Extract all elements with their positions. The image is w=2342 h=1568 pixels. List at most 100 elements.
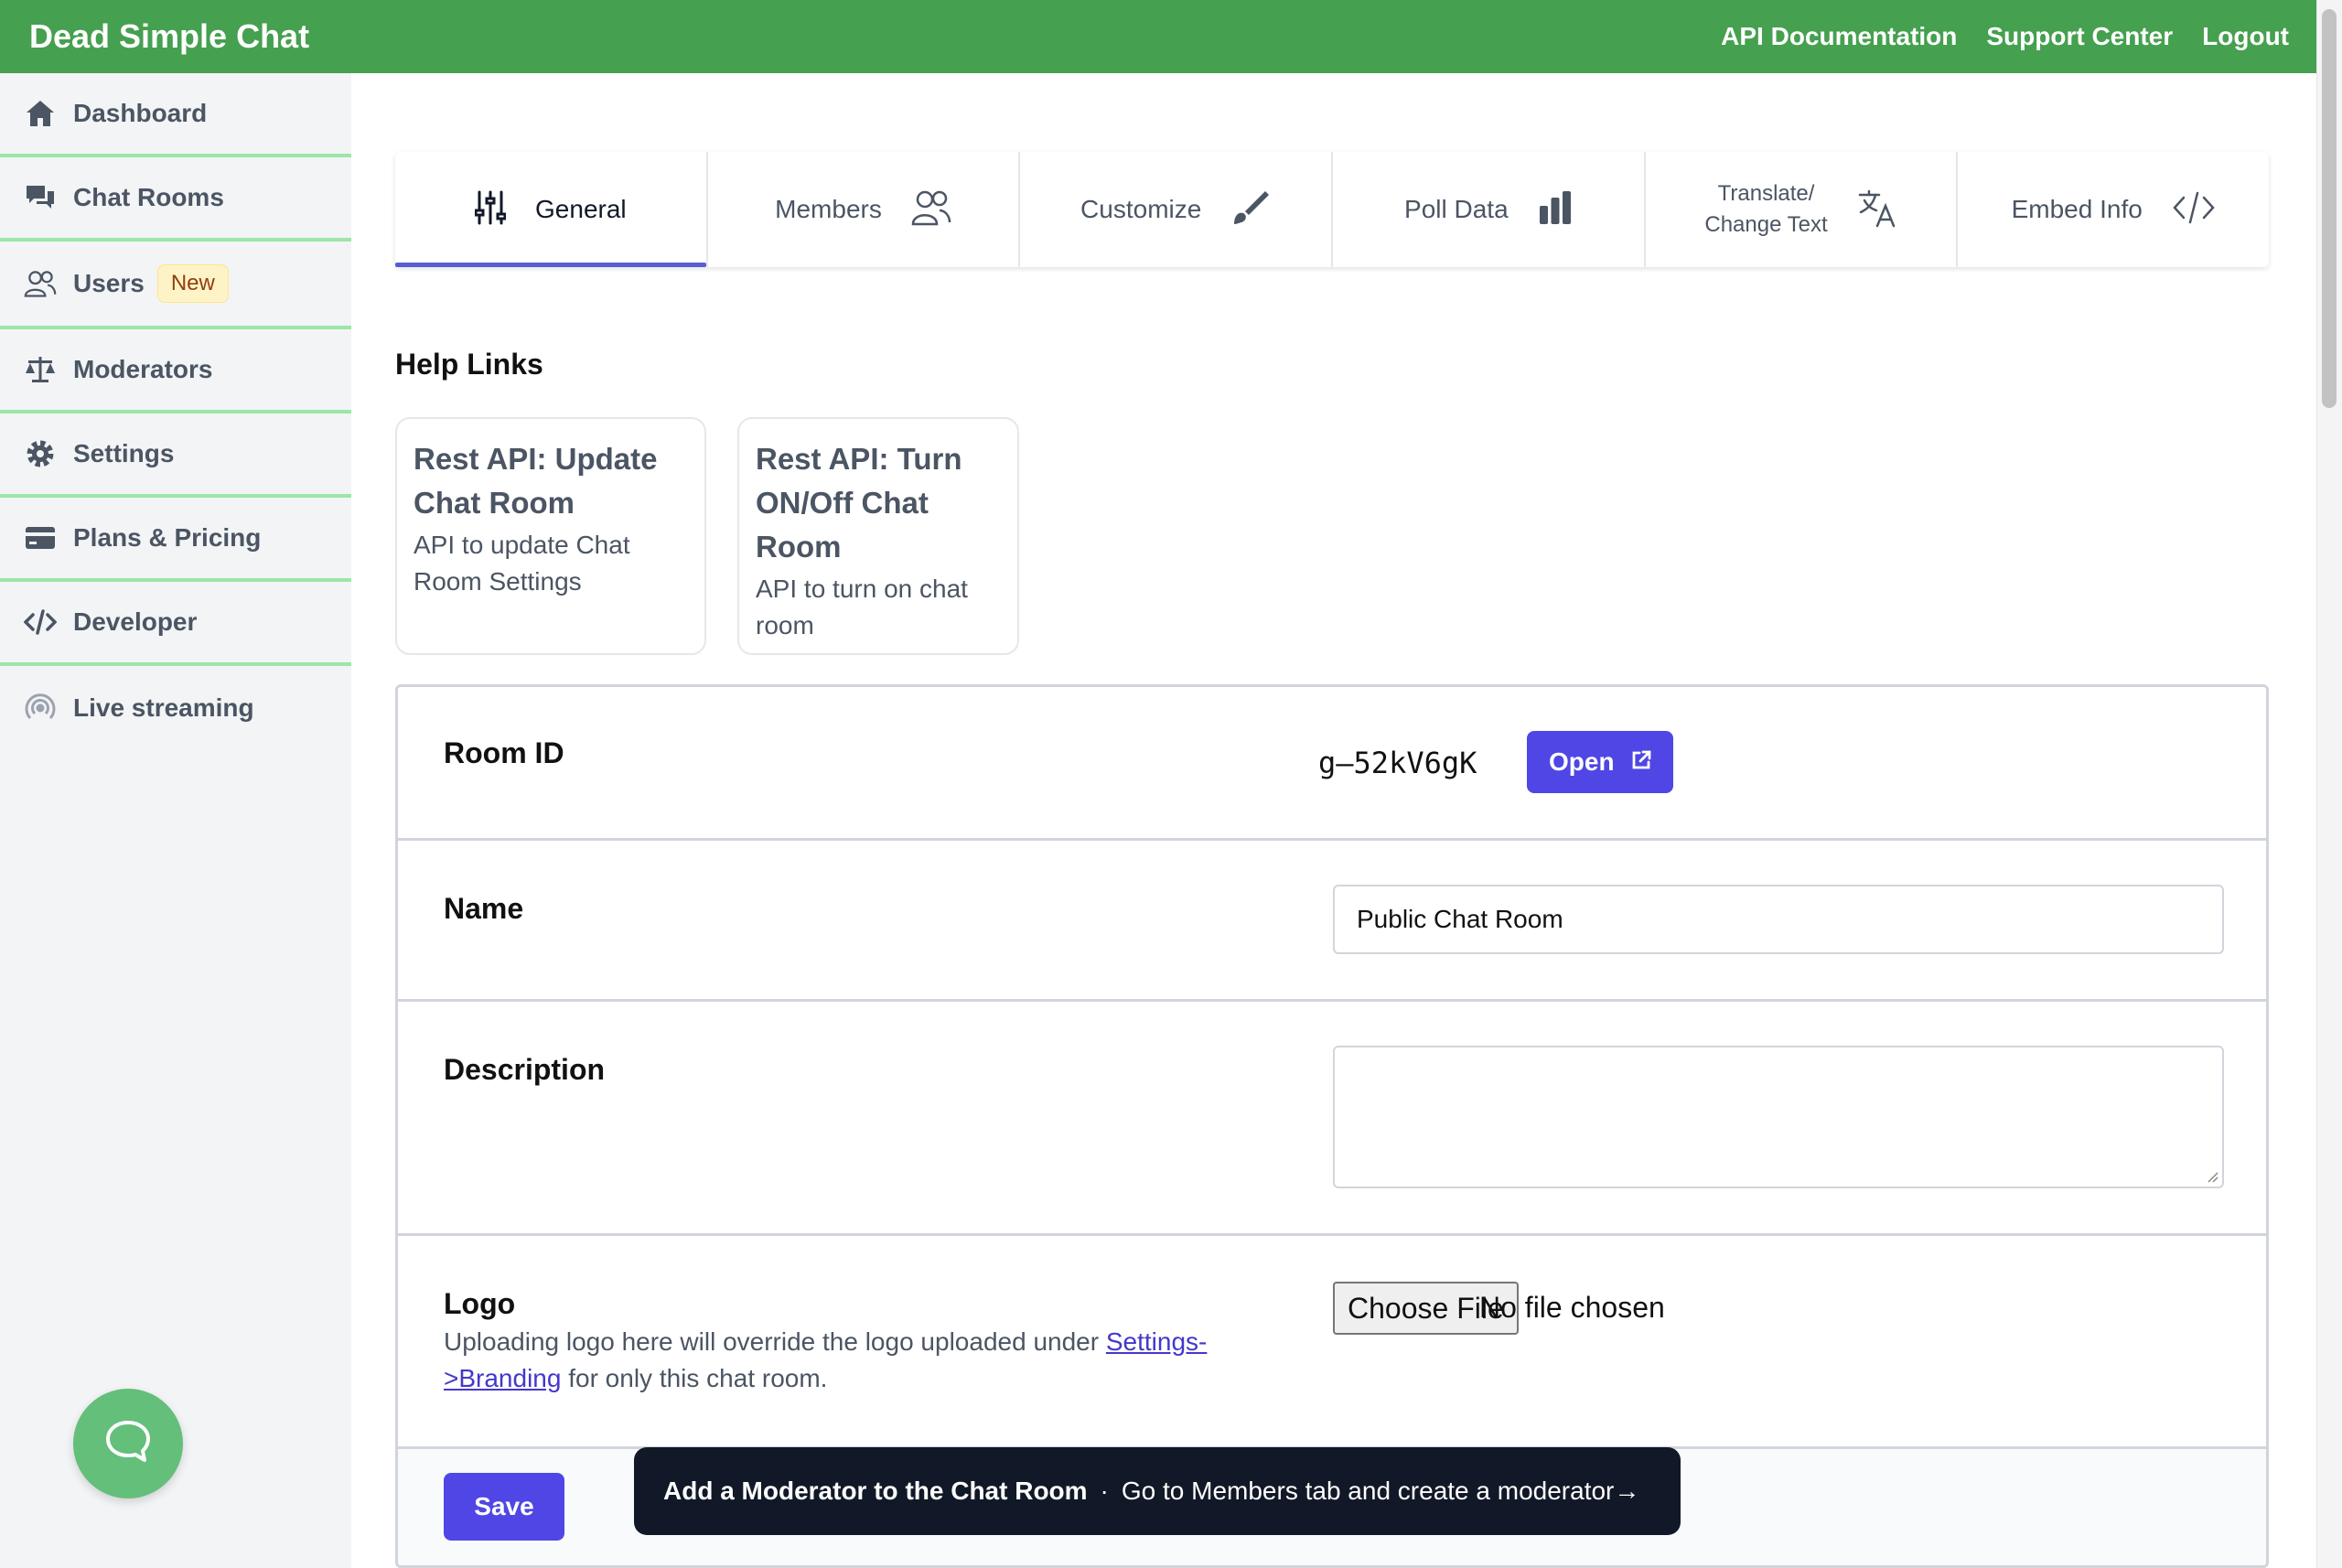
- help-card-update-chat-room[interactable]: Rest API: Update Chat Room API to update…: [395, 417, 706, 655]
- tab-label-line: Change Text: [1704, 212, 1828, 237]
- sidebar-item-dashboard[interactable]: Dashboard: [0, 73, 351, 157]
- help-card-title-line: Rest API: Update: [414, 442, 658, 476]
- logo-desc-text: Uploading logo here will override the lo…: [444, 1327, 1106, 1356]
- resize-handle-icon[interactable]: [2206, 1170, 2218, 1183]
- sidebar-item-label: Chat Rooms: [73, 183, 224, 211]
- page-scrollbar-thumb[interactable]: [2322, 9, 2337, 408]
- sidebar-item-label: Developer: [73, 607, 198, 636]
- support-chat-launcher[interactable]: [73, 1389, 183, 1498]
- tab-label: Poll Data: [1404, 195, 1509, 223]
- gear-icon: [24, 437, 57, 470]
- sidebar: Dashboard Chat Rooms Users New Moderator…: [0, 73, 351, 1568]
- logo-desc-text: for only this chat room.: [561, 1364, 828, 1392]
- sidebar-item-label: Dashboard: [73, 99, 208, 127]
- paintbrush-icon: [1230, 189, 1271, 231]
- room-tabs: General Members Customize Poll Data Tran…: [395, 152, 2269, 267]
- tab-label: Members: [775, 195, 882, 223]
- code-icon: [2172, 191, 2216, 229]
- sidebar-item-settings[interactable]: Settings: [0, 413, 351, 498]
- api-documentation-link[interactable]: API Documentation: [1721, 22, 1957, 51]
- tab-general[interactable]: General: [395, 152, 708, 267]
- help-card-desc: API to turn on chat room: [756, 571, 1001, 644]
- room-settings-form: Room ID g–52kV6gK Open Name Public Chat …: [395, 684, 2269, 1568]
- sidebar-item-label: Settings: [73, 439, 175, 467]
- code-icon: [24, 606, 57, 639]
- home-icon: [24, 97, 57, 130]
- tab-label: Customize: [1080, 195, 1202, 223]
- toast-separator: ·: [1100, 1477, 1109, 1505]
- logout-link[interactable]: Logout: [2202, 22, 2289, 51]
- logo-label: Logo: [444, 1287, 516, 1320]
- external-link-icon: [1631, 747, 1651, 777]
- sidebar-item-label: Plans & Pricing: [73, 523, 262, 552]
- sliders-icon: [474, 190, 507, 230]
- help-card-title: Rest API: Turn ON/Off Chat Room: [756, 437, 1001, 569]
- help-card-desc-line: API to turn on chat: [756, 575, 968, 603]
- brand-title[interactable]: Dead Simple Chat: [29, 17, 309, 56]
- tab-label: Embed Info: [2011, 195, 2143, 223]
- sidebar-item-label: Live streaming: [73, 693, 254, 722]
- help-card-desc-line: Room Settings: [414, 567, 582, 596]
- help-card-title-line: ON/Off Chat: [756, 486, 929, 520]
- help-card-desc-line: room: [756, 611, 814, 639]
- help-card-turn-on-off-chat-room[interactable]: Rest API: Turn ON/Off Chat Room API to t…: [737, 417, 1019, 655]
- moderator-hint-toast[interactable]: Add a Moderator to the Chat Room · Go to…: [634, 1447, 1681, 1535]
- help-card-desc-line: API to update Chat: [414, 531, 630, 559]
- help-card-desc: API to update Chat Room Settings: [414, 527, 688, 600]
- open-room-button[interactable]: Open: [1527, 731, 1673, 793]
- room-id-row: Room ID g–52kV6gK Open: [398, 687, 2266, 841]
- users-icon: [911, 189, 951, 231]
- sidebar-item-chat-rooms[interactable]: Chat Rooms: [0, 157, 351, 242]
- help-card-title-line: Rest API: Turn: [756, 442, 962, 476]
- help-links-title: Help Links: [395, 348, 543, 381]
- scale-icon: [24, 353, 57, 386]
- sidebar-item-plans-pricing[interactable]: Plans & Pricing: [0, 498, 351, 582]
- logo-description: Uploading logo here will override the lo…: [444, 1324, 1267, 1397]
- new-badge: New: [156, 264, 229, 303]
- tab-embed-info[interactable]: Embed Info: [1958, 152, 2269, 267]
- no-file-chosen-text: No file chosen: [1479, 1291, 1665, 1324]
- credit-card-icon: [24, 521, 57, 554]
- main-content: General Members Customize Poll Data Tran…: [351, 73, 2316, 1568]
- name-input[interactable]: Public Chat Room: [1333, 885, 2224, 954]
- link-line: >Branding: [444, 1364, 562, 1392]
- users-icon: [24, 267, 57, 300]
- app-root: Dead Simple Chat API Documentation Suppo…: [0, 0, 2342, 1568]
- help-card-title-line: Chat Room: [414, 486, 575, 520]
- top-links: API Documentation Support Center Logout: [1721, 22, 2289, 51]
- open-button-label: Open: [1549, 747, 1615, 776]
- sidebar-item-developer[interactable]: Developer: [0, 582, 351, 666]
- translate-icon: [1857, 188, 1897, 232]
- description-textarea[interactable]: [1333, 1046, 2224, 1188]
- tab-label: General: [535, 195, 627, 223]
- name-row: Name Public Chat Room: [398, 841, 2266, 1002]
- chat-bubbles-icon: [24, 181, 57, 214]
- description-row: Description: [398, 1002, 2266, 1236]
- chat-bubble-icon: [104, 1419, 152, 1469]
- toast-message: Go to Members tab and create a moderator…: [1121, 1477, 1640, 1505]
- broadcast-icon: [24, 692, 57, 725]
- room-id-label: Room ID: [444, 736, 564, 769]
- tab-label-line: Translate/: [1717, 181, 1815, 206]
- tab-label: Translate/ Change Text: [1704, 178, 1827, 241]
- logo-row: Logo Uploading logo here will override t…: [398, 1236, 2266, 1446]
- sidebar-item-label: Users: [73, 269, 145, 297]
- name-label: Name: [444, 892, 524, 925]
- description-label: Description: [444, 1053, 606, 1086]
- sidebar-item-label: Moderators: [73, 355, 213, 383]
- toast-title: Add a Moderator to the Chat Room: [663, 1477, 1088, 1505]
- room-id-value: g–52kV6gK: [1318, 746, 1477, 780]
- sidebar-item-moderators[interactable]: Moderators: [0, 329, 351, 413]
- bar-chart-icon: [1538, 189, 1573, 231]
- link-line: Settings-: [1105, 1327, 1208, 1356]
- tab-translate[interactable]: Translate/ Change Text: [1646, 152, 1959, 267]
- support-center-link[interactable]: Support Center: [1986, 22, 2173, 51]
- sidebar-item-users[interactable]: Users New: [0, 242, 351, 329]
- save-button[interactable]: Save: [444, 1473, 564, 1541]
- help-card-title: Rest API: Update Chat Room: [414, 437, 688, 525]
- help-card-title-line: Room: [756, 530, 842, 564]
- sidebar-item-live-streaming[interactable]: Live streaming: [0, 666, 351, 750]
- tab-customize[interactable]: Customize: [1020, 152, 1334, 267]
- tab-members[interactable]: Members: [708, 152, 1021, 267]
- tab-poll-data[interactable]: Poll Data: [1333, 152, 1646, 267]
